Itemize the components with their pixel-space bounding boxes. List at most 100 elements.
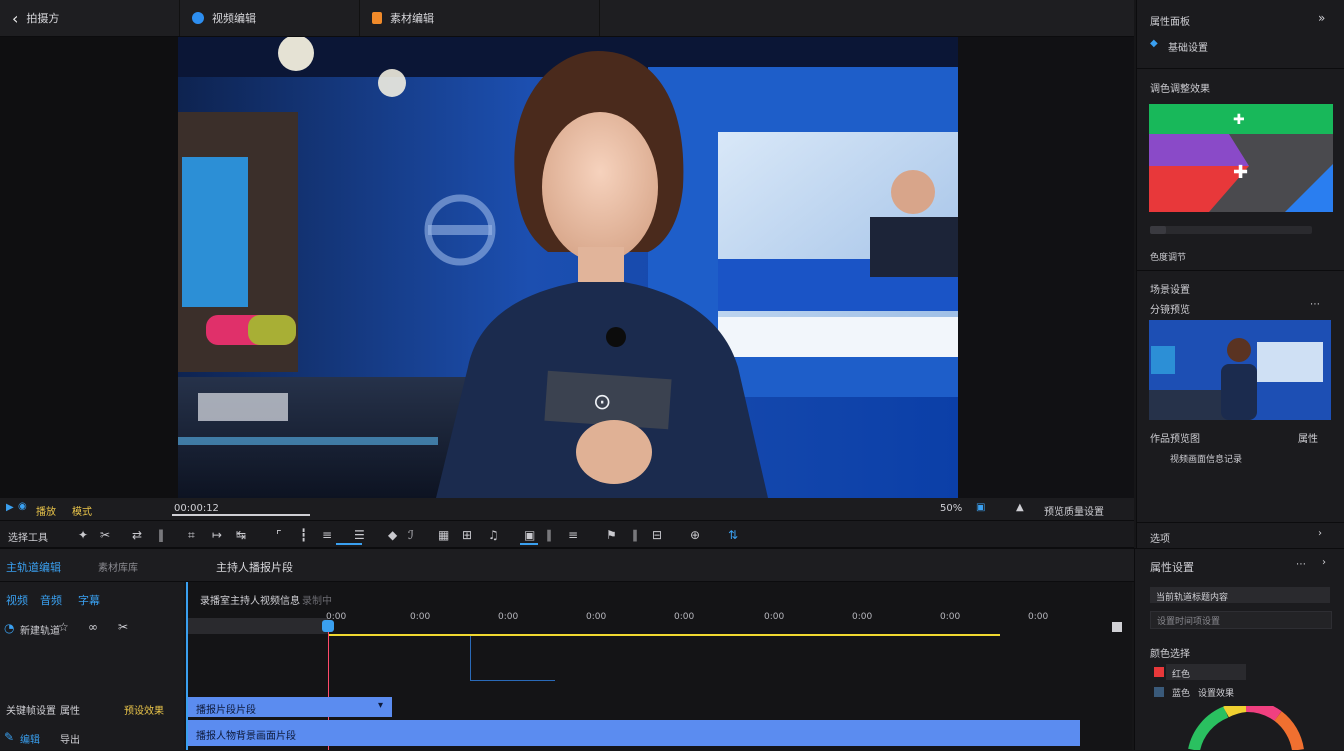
- preview-time: 00:00:12: [174, 503, 219, 514]
- attribute-label: 属性: [60, 706, 80, 717]
- color-select-section: 颜色选择: [1150, 649, 1190, 660]
- studio-light-2: [378, 69, 406, 97]
- clip-1-dropdown-icon[interactable]: ▾: [378, 700, 383, 711]
- edit-label[interactable]: 编辑: [20, 731, 40, 746]
- star-icon[interactable]: ☆: [58, 620, 69, 634]
- playhead-handle[interactable]: [322, 620, 334, 632]
- preview-right-margin: [958, 37, 1134, 498]
- top-bar: ‹ 拍摄方 视频编辑 素材编辑: [0, 0, 1134, 37]
- clip-1[interactable]: 播报片段片段 ▾: [188, 697, 392, 717]
- updown-tool-icon[interactable]: ⇅: [728, 528, 738, 542]
- tick-1: 0:00: [410, 612, 431, 622]
- columns-tool-icon[interactable]: ∥: [632, 528, 638, 542]
- tick-3: 0:00: [586, 612, 607, 622]
- preview-quality[interactable]: 预览质量设置: [1044, 503, 1104, 518]
- record-icon[interactable]: ◉: [18, 501, 27, 512]
- more-options-icon[interactable]: ⋯: [1310, 299, 1320, 310]
- export-label[interactable]: 导出: [60, 731, 80, 746]
- new-track-icon[interactable]: ◔: [4, 621, 14, 635]
- swatch-red-field[interactable]: 红色: [1166, 664, 1246, 680]
- preview-range-bar: [172, 514, 310, 516]
- clip-2[interactable]: 播报人物背景画面片段: [188, 720, 1080, 746]
- swatch-red[interactable]: [1154, 667, 1164, 677]
- track-sub: 录制中: [302, 596, 332, 607]
- color-marker-2[interactable]: ✚: [1233, 162, 1248, 183]
- preview-thumbnail[interactable]: [1149, 320, 1331, 420]
- wheel-pink-arc: [1245, 706, 1282, 722]
- box-tool-icon[interactable]: ▣: [524, 528, 535, 542]
- color-wheel-preview[interactable]: ✚ ✚: [1149, 104, 1333, 212]
- right-panel-divider-1: [1136, 68, 1344, 69]
- edit-icon[interactable]: ✎: [4, 730, 14, 744]
- list-tool-icon[interactable]: ☰: [354, 528, 365, 542]
- tool-bar: 选择工具: [0, 521, 1134, 548]
- marker-tool-icon[interactable]: ◆: [388, 528, 397, 542]
- stack-tool-icon[interactable]: ≡: [568, 528, 578, 542]
- link-icon[interactable]: ∞: [88, 620, 98, 634]
- tab-material-lib[interactable]: 素材库库: [98, 559, 138, 574]
- split-tool-icon[interactable]: ⊕: [690, 528, 700, 542]
- tab-material-edit[interactable]: 素材编辑: [360, 0, 600, 36]
- align-tool-icon[interactable]: ∥: [546, 528, 552, 542]
- edge-icon: [192, 12, 204, 24]
- back-chevron-icon[interactable]: ‹: [12, 9, 18, 28]
- video-preview[interactable]: ⊙: [178, 37, 958, 498]
- timeline-scroll-thumb[interactable]: [1112, 622, 1122, 632]
- color-wheel-icon[interactable]: [1186, 706, 1306, 750]
- big-screen-anchor-head: [891, 170, 935, 214]
- thumb-left-screen: [1151, 346, 1175, 374]
- tick-4: 0:00: [674, 612, 695, 622]
- zoom-fit-icon[interactable]: ▣: [976, 502, 985, 513]
- field-1[interactable]: 当前轨道标题内容: [1150, 587, 1330, 603]
- trim-tool-icon[interactable]: ‖: [158, 528, 164, 542]
- text-tool-icon[interactable]: ≡: [322, 528, 332, 542]
- preset-effect-label[interactable]: 预设效果: [124, 702, 164, 717]
- track-subtitle-button[interactable]: 字幕: [78, 592, 100, 608]
- scissor-icon[interactable]: ✂: [118, 620, 128, 634]
- bottom-right-more-icon[interactable]: ⋯: [1296, 559, 1306, 570]
- preview-zoom[interactable]: 50%: [940, 503, 962, 514]
- crop-tool-icon[interactable]: ⌗: [188, 528, 195, 543]
- grid-tool-icon[interactable]: ▦: [438, 528, 449, 542]
- tab-capture[interactable]: ‹ 拍摄方: [0, 0, 180, 36]
- flag-tool-icon[interactable]: ⚑: [606, 528, 617, 542]
- wheel-green-arc: [1188, 706, 1229, 750]
- preview-bar: ▶ ◉ 播放 模式 00:00:12 50% ▣ ▲ 预览质量设置: [0, 498, 1134, 521]
- desk-glow: [178, 437, 438, 445]
- bottom-right-chevron-icon[interactable]: ›: [1322, 557, 1326, 568]
- lock-tool-icon[interactable]: ⊟: [652, 528, 662, 542]
- select-tool-icon[interactable]: ✦: [78, 528, 88, 542]
- new-track-label[interactable]: 新建轨道: [20, 622, 60, 637]
- slide-tool-icon[interactable]: ↹: [236, 528, 246, 542]
- track-video-button[interactable]: 视频: [6, 592, 28, 608]
- tab-video-edit[interactable]: 视频编辑: [180, 0, 360, 36]
- wheel-orange-arc: [1274, 711, 1304, 750]
- ripple-tool-icon[interactable]: ⇄: [132, 528, 142, 542]
- tab-material-edit-label: 素材编辑: [390, 12, 434, 25]
- warning-icon: ▲: [1016, 502, 1024, 513]
- field-2[interactable]: 设置时间项设置: [1150, 611, 1332, 629]
- keyframe-box[interactable]: [470, 636, 555, 681]
- snap-tool-icon[interactable]: ┇: [300, 528, 307, 542]
- bracket-tool-icon[interactable]: ⌜: [276, 528, 282, 542]
- font-tool-icon[interactable]: ℐ: [408, 528, 414, 542]
- presenter-neck: [578, 247, 624, 287]
- slip-tool-icon[interactable]: ↦: [212, 528, 222, 542]
- box-tool-active-underline: [520, 543, 538, 545]
- tab-main-track[interactable]: 主轨道编辑: [6, 559, 61, 575]
- color-marker-1[interactable]: ✚: [1233, 112, 1245, 128]
- color-section-title: 调色调整效果: [1150, 84, 1210, 95]
- audio-tool-icon[interactable]: ♫: [488, 528, 499, 542]
- tick-6: 0:00: [852, 612, 873, 622]
- play-icon[interactable]: ▶: [6, 502, 14, 513]
- color-slider-track[interactable]: [1150, 226, 1312, 234]
- collapse-chevron-icon[interactable]: ›: [1318, 528, 1322, 539]
- track-audio-button[interactable]: 音频: [40, 592, 62, 608]
- tick-2: 0:00: [498, 612, 519, 622]
- collapse-icon[interactable]: »: [1318, 11, 1325, 25]
- collapse-label[interactable]: 选项: [1150, 530, 1170, 545]
- swatch-blue[interactable]: [1154, 687, 1164, 697]
- layer-tool-icon[interactable]: ⊞: [462, 528, 472, 542]
- text-tool-active-underline: [336, 543, 362, 545]
- cut-tool-icon[interactable]: ✂: [100, 528, 110, 542]
